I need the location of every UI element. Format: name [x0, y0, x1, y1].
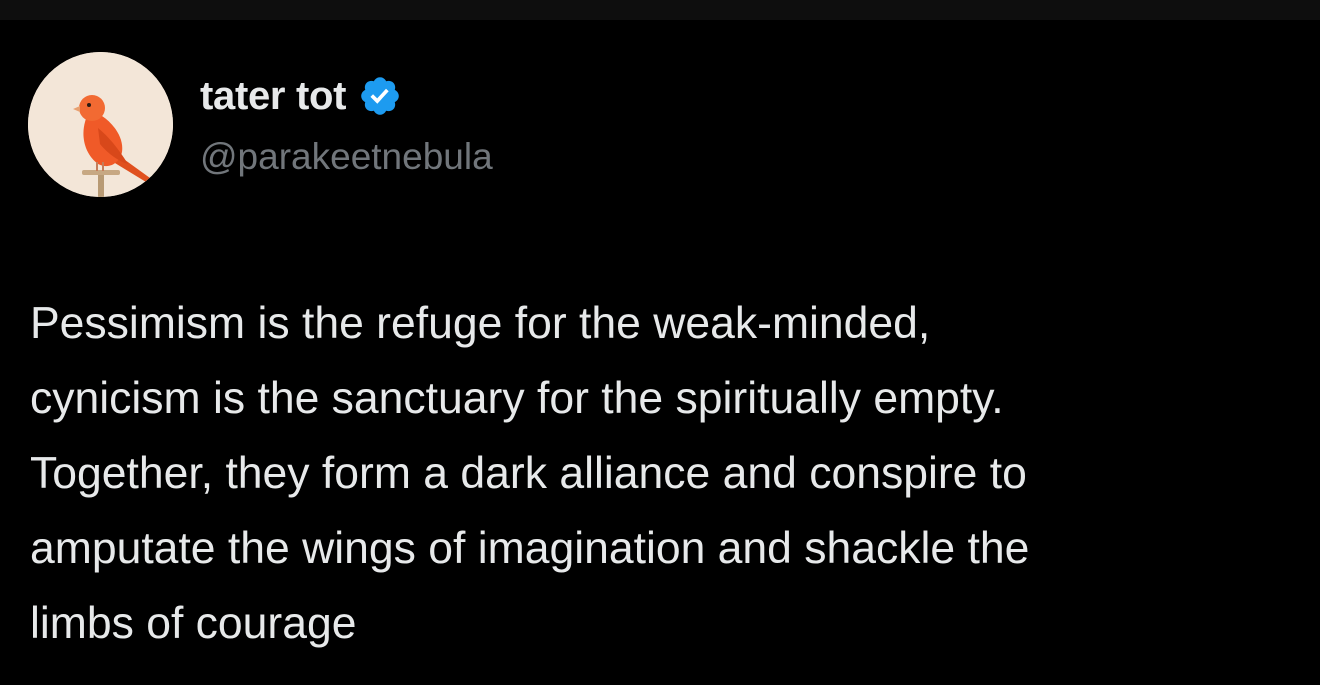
tweet-text-line: cynicism is the sanctuary for the spirit…: [30, 374, 1004, 423]
tweet-text-line: Together, they form a dark alliance and …: [30, 449, 1027, 498]
tweet-text: Pessimism is the refuge for the weak-min…: [30, 286, 1300, 661]
verified-badge-icon[interactable]: [358, 74, 402, 118]
canary-icon: [28, 52, 173, 197]
tweet-text-line: amputate the wings of imagination and sh…: [30, 524, 1030, 573]
handle[interactable]: @parakeetnebula: [200, 134, 493, 180]
author-row: tater tot: [200, 72, 402, 120]
avatar[interactable]: [28, 52, 173, 197]
tweet-text-line: limbs of courage: [30, 599, 357, 648]
tweet-card: tater tot @parakeetnebula Pessimism is t…: [0, 20, 1320, 685]
tweet-text-line: Pessimism is the refuge for the weak-min…: [30, 299, 931, 348]
top-strip: [0, 0, 1320, 20]
display-name[interactable]: tater tot: [200, 72, 346, 120]
